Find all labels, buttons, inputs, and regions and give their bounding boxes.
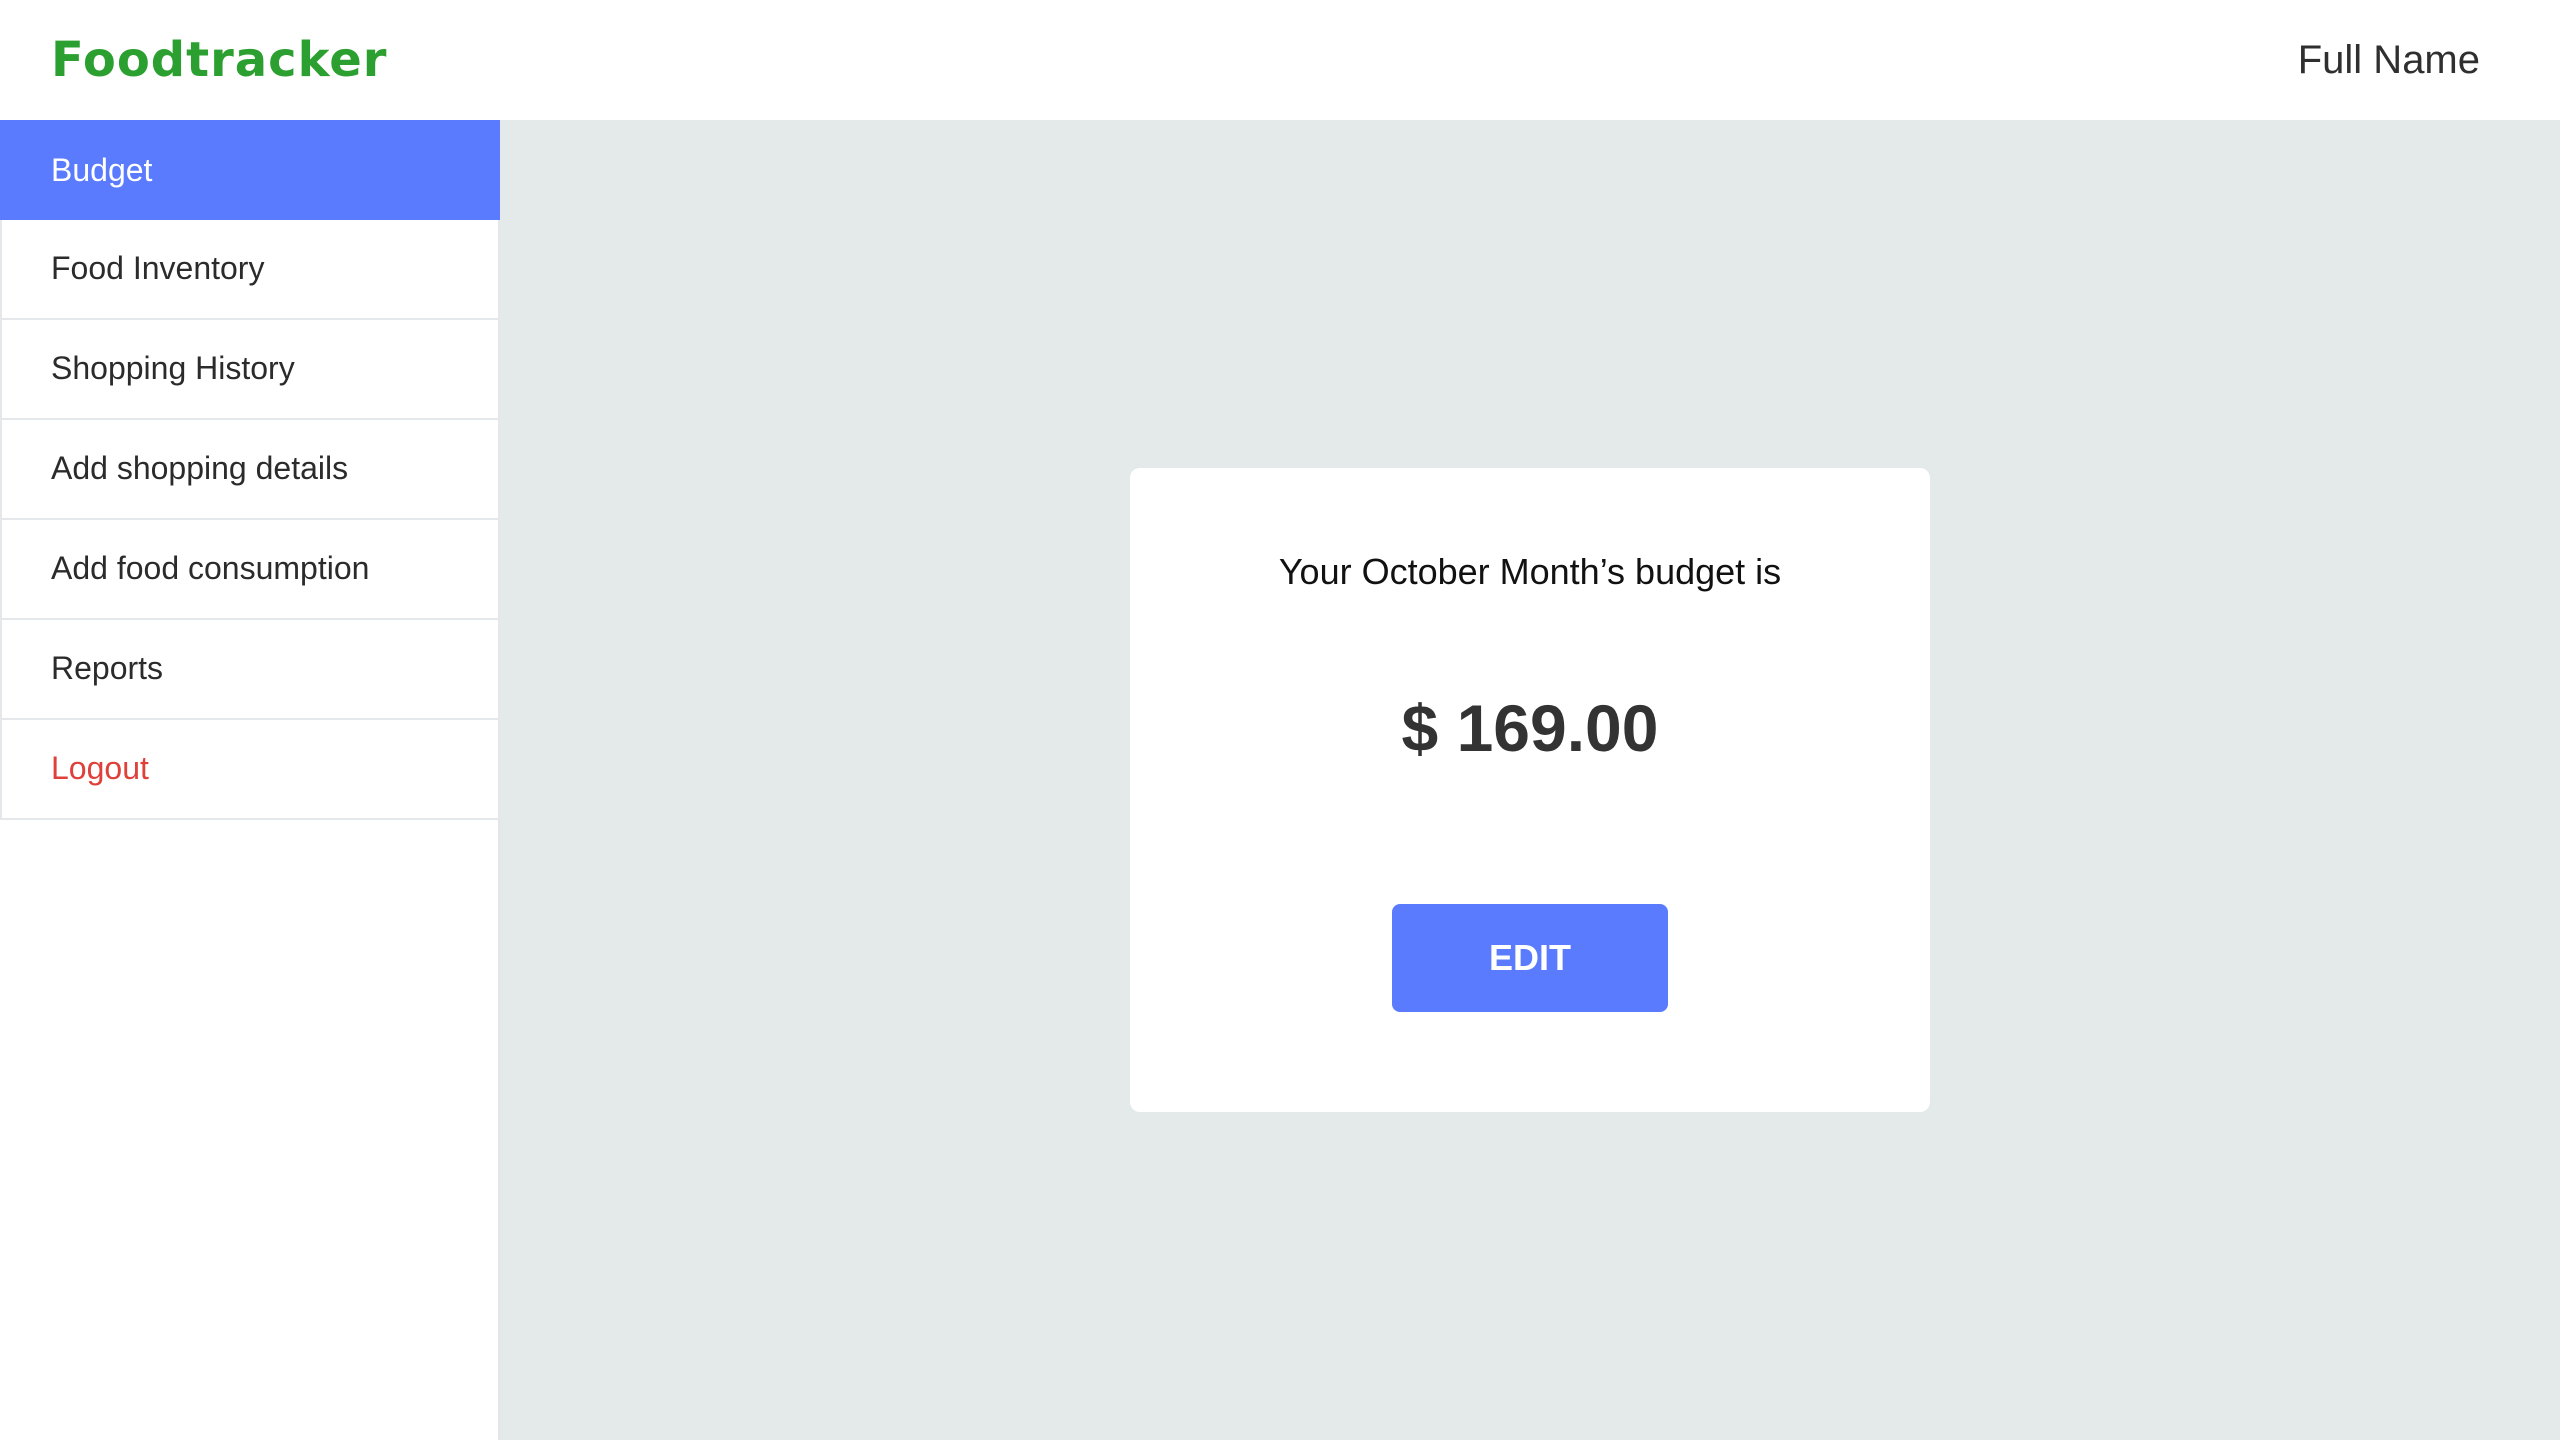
budget-caption: Your October Month’s budget is	[1278, 551, 1782, 592]
sidebar-item-logout[interactable]: Logout	[0, 720, 500, 820]
sidebar-item-add-shopping-details[interactable]: Add shopping details	[0, 420, 500, 520]
budget-card: Your October Month’s budget is $ 169.00 …	[1130, 468, 1930, 1112]
budget-amount: $ 169.00	[1401, 691, 1659, 765]
brand-logo[interactable]: Foodtracker	[51, 26, 387, 94]
main-content: Your October Month’s budget is $ 169.00 …	[500, 120, 2560, 1440]
sidebar-item-shopping-history[interactable]: Shopping History	[0, 320, 500, 420]
sidebar-nav: Budget Food Inventory Shopping History A…	[0, 120, 500, 820]
edit-budget-button[interactable]: EDIT	[1392, 904, 1668, 1012]
sidebar-item-food-inventory[interactable]: Food Inventory	[0, 220, 500, 320]
sidebar-item-budget[interactable]: Budget	[0, 120, 500, 220]
sidebar: Budget Food Inventory Shopping History A…	[0, 120, 500, 1440]
sidebar-item-add-food-consumption[interactable]: Add food consumption	[0, 520, 500, 620]
user-name[interactable]: Full Name	[2298, 32, 2480, 88]
app-header: Foodtracker Full Name	[0, 0, 2560, 120]
sidebar-item-reports[interactable]: Reports	[0, 620, 500, 720]
